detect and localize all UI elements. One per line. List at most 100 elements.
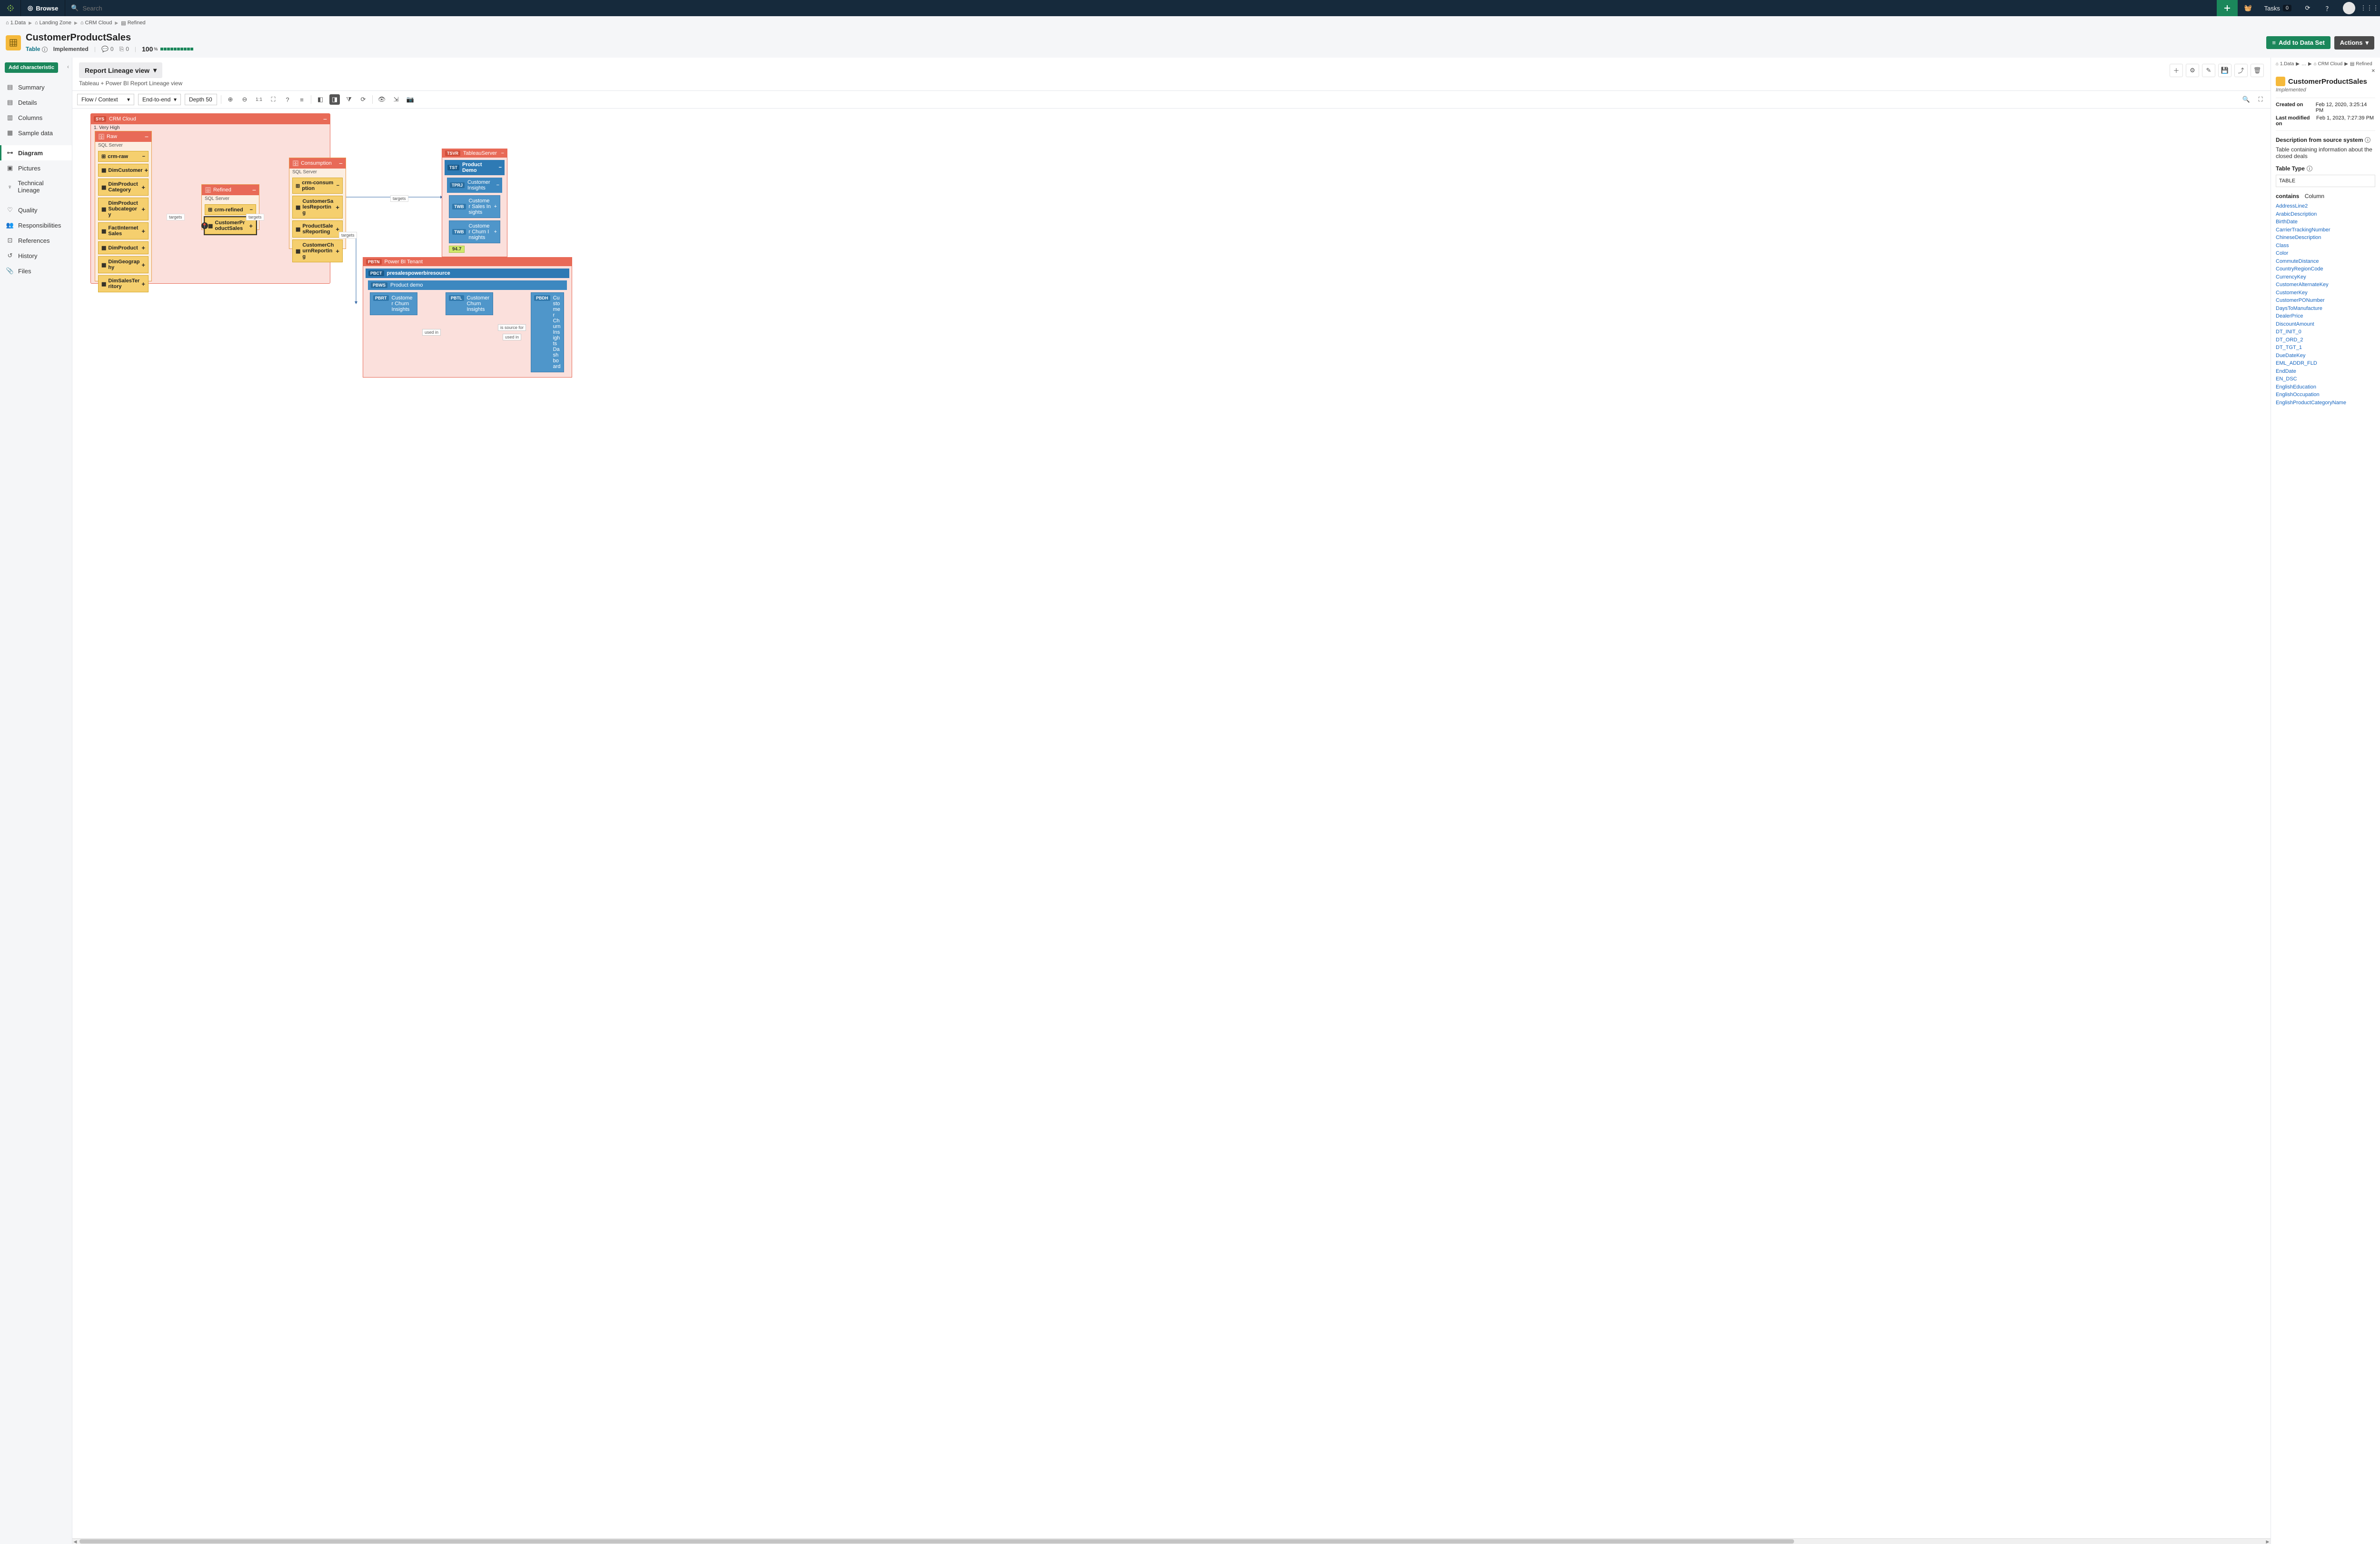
- add-characteristic-button[interactable]: Add characteristic: [5, 62, 58, 73]
- eye-icon[interactable]: 👁: [377, 94, 387, 105]
- sidebar-item-files[interactable]: 📎Files: [0, 263, 72, 279]
- expand-icon[interactable]: +: [494, 229, 497, 235]
- comments-count[interactable]: 💬 0: [101, 46, 114, 52]
- list-icon[interactable]: ≡: [297, 94, 307, 105]
- expand-icon[interactable]: +: [141, 228, 145, 235]
- sidebar-item-tech-lineage[interactable]: ♆Technical Lineage: [0, 176, 72, 198]
- fullscreen-icon[interactable]: ⛶: [2255, 94, 2266, 105]
- sidebar-item-diagram[interactable]: ⊶Diagram: [0, 145, 72, 160]
- sidebar-item-responsibilities[interactable]: 👥Responsibilities: [0, 218, 72, 233]
- watches-count[interactable]: ⎘ 0: [119, 46, 129, 53]
- collapse-icon[interactable]: −: [142, 154, 145, 159]
- add-view-button[interactable]: ＋: [2170, 64, 2183, 77]
- column-link[interactable]: AddressLine2: [2276, 202, 2375, 210]
- collapse-icon[interactable]: −: [250, 207, 253, 213]
- collapse-icon[interactable]: −: [339, 159, 343, 167]
- expand-icon[interactable]: +: [141, 261, 145, 269]
- collapse-icon[interactable]: −: [496, 182, 499, 188]
- breadcrumb-item[interactable]: ⌂ 1.Data: [2276, 61, 2294, 67]
- column-link[interactable]: CarrierTrackingNumber: [2276, 226, 2375, 234]
- camera-icon[interactable]: 📷: [405, 94, 416, 105]
- column-link[interactable]: DiscountAmount: [2276, 320, 2375, 329]
- scroll-left-icon[interactable]: ◀: [72, 1539, 78, 1544]
- tableau-workbook[interactable]: TWBCustomer Sales Insights+: [449, 195, 500, 218]
- sidebar-item-quality[interactable]: ♡Quality: [0, 202, 72, 218]
- tableau-workbook[interactable]: TWBCustomer Churn Insights+: [449, 220, 500, 243]
- pb-workspace[interactable]: PBWSProduct demo: [368, 280, 567, 290]
- expand-icon[interactable]: +: [141, 280, 145, 288]
- help-icon[interactable]: ？: [2318, 0, 2339, 16]
- pb-capacity[interactable]: PBCTpresalespowerbiresource: [366, 269, 569, 278]
- system-tableau[interactable]: TSVRTableauServer− TSTProduct Demo− TPRJ…: [442, 149, 507, 257]
- column-link[interactable]: EndDate: [2276, 368, 2375, 376]
- table-row[interactable]: ▦CustomerSalesReporting+: [292, 196, 343, 219]
- zoom-out-icon[interactable]: ⊖: [239, 94, 250, 105]
- tasks-button[interactable]: Tasks 0: [2259, 5, 2297, 12]
- table-row[interactable]: ▦DimCustomer+: [98, 164, 149, 177]
- table-row[interactable]: ▦DimSalesTerritory+: [98, 275, 149, 292]
- system-powerbi[interactable]: PBTNPower BI Tenant PBCTpresalespowerbir…: [363, 257, 572, 378]
- column-link[interactable]: CustomerPONumber: [2276, 297, 2375, 305]
- collapse-nav-icon[interactable]: ‹: [67, 63, 69, 70]
- system-crm-cloud[interactable]: SYSCRM Cloud− 1. Very High 🗄Raw− SQL Ser…: [90, 113, 330, 284]
- sidebar-item-history[interactable]: ↺History: [0, 248, 72, 263]
- info-icon[interactable]: i: [2307, 166, 2312, 171]
- help-icon[interactable]: ?: [282, 94, 293, 105]
- column-link[interactable]: CustomerAlternateKey: [2276, 281, 2375, 289]
- expand-icon[interactable]: +: [141, 206, 145, 213]
- scroll-right-icon[interactable]: ▶: [2265, 1539, 2271, 1544]
- collapse-icon[interactable]: −: [252, 186, 256, 194]
- apps-icon[interactable]: ⋮⋮⋮: [2359, 0, 2380, 16]
- column-link[interactable]: EnglishOccupation: [2276, 391, 2375, 399]
- scope-select[interactable]: End-to-end▾: [138, 94, 181, 105]
- pb-report[interactable]: PBRTCustomer Churn Insights: [370, 292, 417, 315]
- depth-input[interactable]: Depth 50: [185, 94, 217, 105]
- actions-button[interactable]: Actions ▾: [2334, 36, 2374, 50]
- expand-icon[interactable]: +: [494, 204, 497, 209]
- expand-icon[interactable]: ⛶: [268, 94, 278, 105]
- layout-left-icon[interactable]: ◧: [315, 94, 326, 105]
- db-crm-consumption[interactable]: ⊞crm-consumption−: [292, 178, 343, 194]
- breadcrumb-item[interactable]: ▤ Refined: [121, 20, 145, 26]
- search-input[interactable]: [83, 5, 226, 12]
- tableau-site[interactable]: TSTProduct Demo−: [445, 160, 505, 175]
- expand-icon[interactable]: +: [141, 244, 145, 251]
- table-row[interactable]: ▦DimProductCategory+: [98, 179, 149, 196]
- column-link[interactable]: Class: [2276, 242, 2375, 250]
- breadcrumb-item[interactable]: ▤ Refined: [2350, 61, 2372, 67]
- sidebar-item-references[interactable]: ⊡References: [0, 233, 72, 248]
- zoom-in-icon[interactable]: ⊕: [225, 94, 236, 105]
- pb-dashboard[interactable]: PBDHCustomer Churn Insights Dashboard: [531, 292, 564, 372]
- table-row[interactable]: ▦DimProduct+: [98, 241, 149, 254]
- expand-icon[interactable]: +: [141, 184, 145, 191]
- browse-button[interactable]: ◎ Browse: [21, 0, 65, 16]
- collapse-icon[interactable]: −: [323, 115, 327, 123]
- filter-icon[interactable]: ⧩: [344, 94, 354, 105]
- collapse-icon[interactable]: −: [145, 133, 149, 140]
- export-icon[interactable]: ⇲: [391, 94, 401, 105]
- refresh-icon[interactable]: ⟳: [358, 94, 368, 105]
- column-link[interactable]: DaysToManufacture: [2276, 305, 2375, 313]
- sidebar-item-sample-data[interactable]: ▦Sample data: [0, 125, 72, 140]
- avatar[interactable]: [2343, 2, 2355, 14]
- asset-type[interactable]: Table i: [26, 46, 48, 53]
- column-link[interactable]: EML_ADDR_FLD: [2276, 359, 2375, 368]
- column-link[interactable]: CustomerKey: [2276, 289, 2375, 297]
- column-link[interactable]: DT_TGT_1: [2276, 344, 2375, 352]
- expand-icon[interactable]: +: [249, 222, 253, 229]
- table-row[interactable]: ▦CustomerChurnReporting+: [292, 239, 343, 262]
- save-button[interactable]: 💾: [2218, 64, 2231, 77]
- column-link[interactable]: ArabicDescription: [2276, 210, 2375, 219]
- breadcrumb-item[interactable]: ⌂ CRM Cloud: [2314, 61, 2343, 67]
- sync-icon[interactable]: ⟳: [2297, 0, 2318, 16]
- db-crm-raw[interactable]: ⊞crm-raw−: [98, 151, 149, 162]
- breadcrumb-item[interactable]: ⌂ Landing Zone: [35, 20, 71, 26]
- table-row[interactable]: ▦FactInternetSales+: [98, 222, 149, 239]
- basket-icon[interactable]: 🧺: [2238, 0, 2259, 16]
- collapse-icon[interactable]: −: [501, 150, 504, 156]
- column-link[interactable]: EN_DSC: [2276, 375, 2375, 383]
- schema-consumption[interactable]: 🗄Consumption− SQL Server ⊞crm-consumptio…: [289, 158, 346, 249]
- settings-button[interactable]: ⚙: [2186, 64, 2199, 77]
- column-link[interactable]: CommuteDistance: [2276, 258, 2375, 266]
- expand-icon[interactable]: +: [336, 204, 339, 211]
